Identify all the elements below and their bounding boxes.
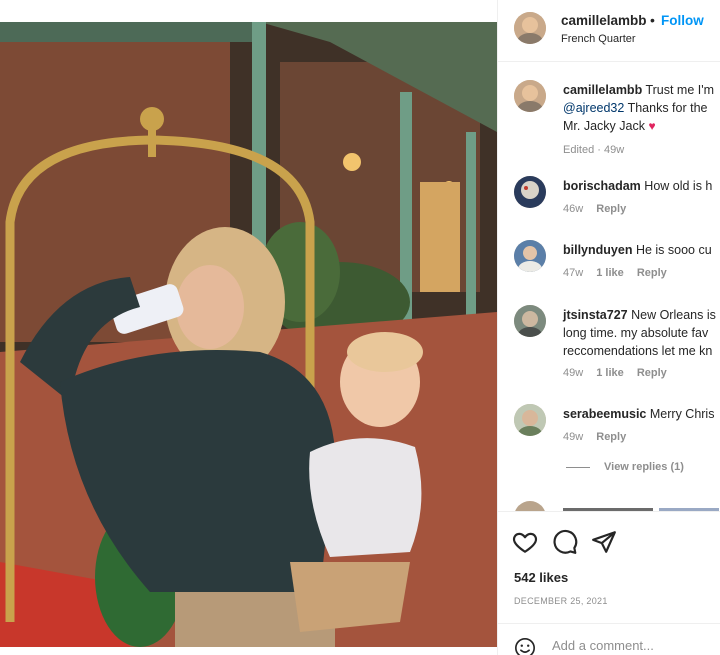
comment-username[interactable]: billynduyen xyxy=(563,243,632,257)
comments-list[interactable]: camillelambb Trust me I'm @ajreed32 Than… xyxy=(498,62,720,511)
post-photo[interactable] xyxy=(0,22,497,647)
view-replies-button[interactable]: View replies (1) xyxy=(566,461,684,473)
comment-text: jtsinsta727 New Orleans is long time. my… xyxy=(563,306,720,360)
emoji-icon[interactable] xyxy=(514,637,536,655)
commenter-avatar[interactable] xyxy=(514,176,546,208)
post-date: DECEMBER 25, 2021 xyxy=(514,596,608,606)
separator-dot: • xyxy=(650,12,655,28)
comment-input[interactable] xyxy=(552,638,712,653)
comment-likes[interactable]: 1 like xyxy=(596,367,624,379)
add-comment-bar xyxy=(498,623,720,655)
author-avatar[interactable] xyxy=(514,12,546,44)
share-icon[interactable] xyxy=(591,529,617,555)
comment-item: jtsinsta727 New Orleans is long time. my… xyxy=(498,305,720,385)
comment-meta: 49w Reply xyxy=(563,431,636,443)
reply-button[interactable]: Reply xyxy=(596,203,626,215)
comment-body: He is sooo cu xyxy=(635,243,712,257)
mention-link[interactable]: @ajreed32 xyxy=(563,101,624,115)
commenter-avatar[interactable] xyxy=(514,404,546,436)
heart-emoji-icon: ♥ xyxy=(648,119,656,133)
comment-time: Edited · 49w xyxy=(563,144,625,156)
comment-item: borischadam How old is h 46w Reply xyxy=(498,176,720,226)
comment-meta: 49w 1 like Reply xyxy=(563,367,677,379)
comment-text: billynduyen He is sooo cu xyxy=(563,241,720,259)
commenter-avatar[interactable] xyxy=(514,305,546,337)
comment-line-1: New Orleans is xyxy=(631,308,716,322)
comment-time: 49w xyxy=(563,431,584,443)
reply-button[interactable]: Reply xyxy=(637,367,667,379)
caption-line-1: Trust me I'm xyxy=(645,83,715,97)
post-header: camillelambb • Follow French Quarter xyxy=(498,0,720,62)
heart-icon[interactable] xyxy=(512,529,538,555)
comment-body: Merry Chris xyxy=(649,407,715,421)
caption-avatar[interactable] xyxy=(514,80,546,112)
author-username[interactable]: camillelambb xyxy=(561,13,647,28)
comment-text: serabeemusic Merry Chris xyxy=(563,405,720,423)
photo-illustration xyxy=(0,22,497,647)
comment-line-3: reccomendations let me kn xyxy=(563,344,713,358)
commenter-avatar[interactable] xyxy=(514,240,546,272)
post-actions: 542 likes DECEMBER 25, 2021 xyxy=(498,511,720,621)
post-sidebar: camillelambb • Follow French Quarter cam… xyxy=(497,0,720,655)
comment-item: serabeemusic Merry Chris 49w Reply xyxy=(498,404,720,454)
follow-button[interactable]: Follow xyxy=(661,13,704,28)
caption-text: camillelambb Trust me I'm @ajreed32 Than… xyxy=(563,81,720,135)
comment-username[interactable]: jtsinsta727 xyxy=(563,308,628,322)
comment-icon[interactable] xyxy=(552,529,578,555)
photo-bottom-margin xyxy=(0,647,497,655)
view-replies-label: View replies (1) xyxy=(604,461,684,473)
comment-meta: 46w Reply xyxy=(563,203,636,215)
comment-likes[interactable]: 1 like xyxy=(596,267,624,279)
clipped-comment xyxy=(514,500,720,511)
photo-top-margin xyxy=(0,0,497,22)
likes-count[interactable]: 542 likes xyxy=(514,570,568,585)
comment-username[interactable]: serabeemusic xyxy=(563,407,646,421)
comment-line-2: long time. my absolute fav xyxy=(563,326,709,340)
comment-body: How old is h xyxy=(644,179,713,193)
comment-time: 47w xyxy=(563,267,584,279)
comment-item: billynduyen He is sooo cu 47w 1 like Rep… xyxy=(498,240,720,290)
reply-button[interactable]: Reply xyxy=(596,431,626,443)
caption-line-2: Thanks for the xyxy=(627,101,708,115)
caption-comment: camillelambb Trust me I'm @ajreed32 Than… xyxy=(498,80,720,160)
comment-username[interactable]: borischadam xyxy=(563,179,641,193)
comment-username[interactable]: camillelambb xyxy=(563,83,642,97)
reply-button[interactable]: Reply xyxy=(637,267,667,279)
caption-line-3: Mr. Jacky Jack xyxy=(563,119,645,133)
comment-time: 46w xyxy=(563,203,584,215)
comment-time: 49w xyxy=(563,367,584,379)
caption-meta: Edited · 49w xyxy=(563,144,634,156)
comment-text: borischadam How old is h xyxy=(563,177,720,195)
view-replies-line xyxy=(566,466,590,468)
location-link[interactable]: French Quarter xyxy=(561,33,636,45)
comment-meta: 47w 1 like Reply xyxy=(563,267,677,279)
